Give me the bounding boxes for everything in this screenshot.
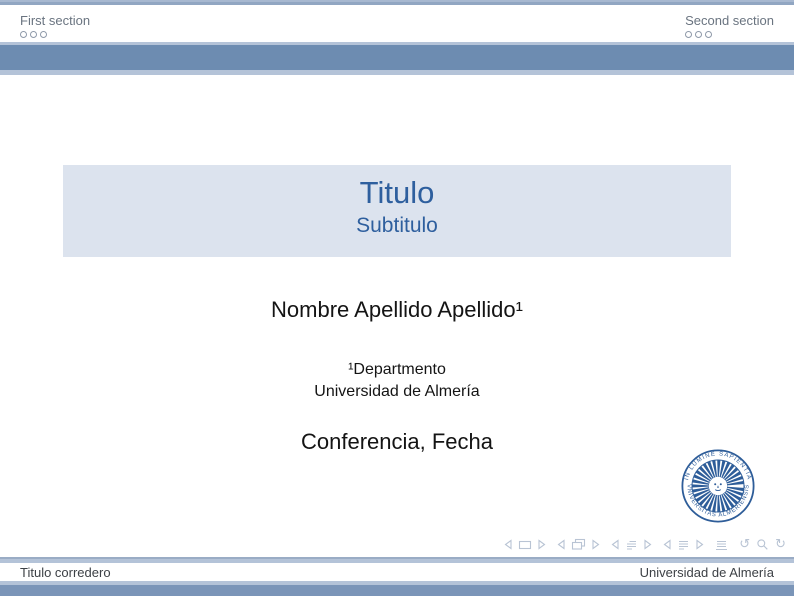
slide-dot[interactable] xyxy=(30,31,37,38)
section-header: First section Second section xyxy=(0,5,794,42)
university-seal-icon: IN LUMINE SAPIENTIA VNIVERSITAS ALMERIEN… xyxy=(681,449,755,523)
slide-dot[interactable] xyxy=(705,31,712,38)
frame-forward-icon[interactable] xyxy=(592,539,600,550)
page-title: Titulo xyxy=(63,174,731,212)
subsection-back-icon[interactable] xyxy=(611,539,619,550)
slide-dot[interactable] xyxy=(20,31,27,38)
footer-institution: Universidad de Almería xyxy=(640,565,774,580)
footer-strip: Titulo corredero Universidad de Almería xyxy=(0,563,794,581)
nav-subsection-group xyxy=(611,539,652,551)
slide-forward-icon[interactable] xyxy=(538,539,546,550)
author-name: Nombre Apellido Apellido¹ xyxy=(0,297,794,323)
nav-section-group xyxy=(663,539,704,551)
section-back-icon[interactable] xyxy=(663,539,671,550)
section-block-second: Second section xyxy=(685,5,774,42)
frame-back-icon[interactable] xyxy=(557,539,565,550)
institute-block: ¹Departmento Universidad de Almería xyxy=(0,359,794,403)
sidebar-item-second-section[interactable]: Second section xyxy=(685,13,774,28)
section-block-first: First section xyxy=(20,5,90,42)
page-subtitle: Subtitulo xyxy=(63,212,731,239)
beamer-navigation-bar: ↺ ↻ xyxy=(504,537,786,552)
slide-back-icon[interactable] xyxy=(504,539,512,550)
nav-frame-group xyxy=(557,538,600,551)
subsection-forward-icon[interactable] xyxy=(644,539,652,550)
institute-department: ¹Departmento xyxy=(0,359,794,381)
sidebar-item-first-section[interactable]: First section xyxy=(20,13,90,28)
section-second-dots xyxy=(685,31,774,38)
nav-presentation-group xyxy=(715,539,728,551)
university-seal-logo: IN LUMINE SAPIENTIA VNIVERSITAS ALMERIEN… xyxy=(681,449,755,523)
search-icon[interactable] xyxy=(756,538,769,551)
header-separator-bottom xyxy=(0,70,794,75)
institute-university: Universidad de Almería xyxy=(0,381,794,403)
slide-icon[interactable] xyxy=(518,539,532,551)
section-icon[interactable] xyxy=(677,539,690,551)
header-blue-bar xyxy=(0,45,794,70)
presentation-icon[interactable] xyxy=(715,539,728,551)
back-icon[interactable]: ↺ xyxy=(739,538,750,551)
title-box: Titulo Subtitulo xyxy=(63,165,731,257)
footer-short-title: Titulo corredero xyxy=(20,565,111,580)
nav-history-group: ↺ ↻ xyxy=(739,538,786,551)
conference-date: Conferencia, Fecha xyxy=(0,429,794,455)
footer: Titulo corredero Universidad de Almería xyxy=(0,557,794,596)
frame-icon[interactable] xyxy=(571,538,586,551)
slide-dot[interactable] xyxy=(40,31,47,38)
slide-dot[interactable] xyxy=(685,31,692,38)
nav-slide-group xyxy=(504,539,546,551)
subsection-icon[interactable] xyxy=(625,539,638,551)
slide-dot[interactable] xyxy=(695,31,702,38)
forward-icon[interactable]: ↻ xyxy=(775,538,786,551)
section-forward-icon[interactable] xyxy=(696,539,704,550)
section-first-dots xyxy=(20,31,90,38)
footer-blue-bar xyxy=(0,585,794,596)
